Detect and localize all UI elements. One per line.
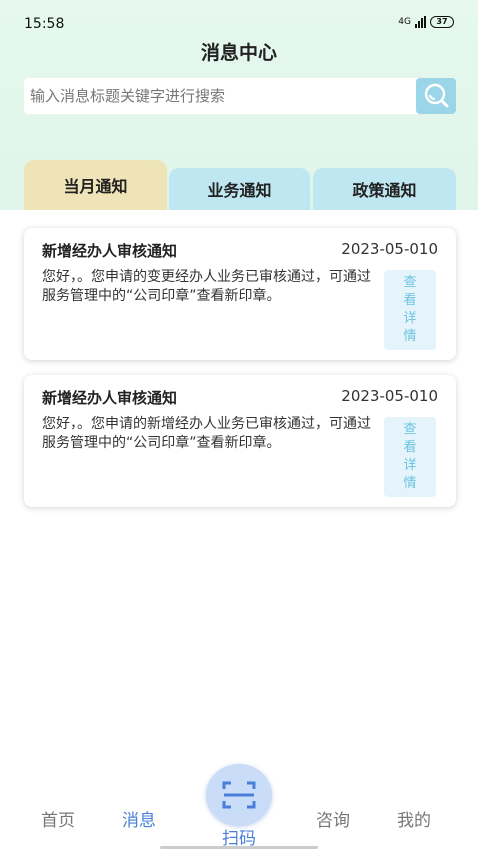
message-date: 2023-05-010: [341, 240, 438, 258]
nav-consult[interactable]: 咨询: [316, 806, 350, 831]
message-title: 新增经办人审核通知: [42, 242, 178, 260]
search-bar: [24, 78, 456, 114]
scan-button[interactable]: [206, 764, 272, 826]
status-icons: 4G 37: [398, 16, 454, 28]
detail-char: 查: [403, 422, 417, 437]
search-icon: [424, 83, 449, 108]
search-input[interactable]: [24, 78, 416, 114]
page-title: 消息中心: [200, 42, 277, 64]
detail-char: 查: [403, 275, 417, 290]
tab-monthly-notice[interactable]: 当月通知: [24, 160, 167, 210]
nav-messages[interactable]: 消息: [122, 806, 156, 831]
home-indicator: [160, 846, 318, 849]
battery-icon: 37: [430, 16, 454, 28]
bottom-navigation: 首页 消息 扫码 咨询 我的: [0, 760, 478, 850]
scan-icon: [222, 781, 256, 809]
detail-char: 详: [403, 311, 417, 326]
network-label: 4G: [398, 17, 411, 27]
tab-business-notice[interactable]: 业务通知: [169, 168, 310, 210]
message-body: 您好，。您申请的新增经办人业务已审核通过，可通过服务管理中的“公司印章”查看新印…: [42, 416, 371, 451]
message-date: 2023-05-010: [341, 387, 438, 405]
detail-char: 看: [403, 440, 417, 455]
search-button[interactable]: [416, 78, 456, 114]
nav-home[interactable]: 首页: [41, 806, 75, 831]
view-detail-button[interactable]: 查 看 详 情: [384, 417, 436, 497]
detail-char: 看: [403, 293, 417, 308]
status-time: 15:58: [24, 16, 65, 32]
detail-char: 情: [403, 329, 417, 344]
tab-bar: 当月通知 业务通知 政策通知: [24, 158, 456, 210]
detail-char: 详: [403, 458, 417, 473]
message-card: 新增经办人审核通知 2023-05-010 您好，。您申请的新增经办人业务已审核…: [24, 375, 456, 507]
tab-policy-notice[interactable]: 政策通知: [313, 168, 456, 210]
view-detail-button[interactable]: 查 看 详 情: [384, 270, 436, 350]
message-title: 新增经办人审核通知: [42, 389, 178, 407]
signal-icon: [415, 16, 426, 28]
message-body: 您好，。您申请的变更经办人业务已审核通过，可通过服务管理中的“公司印章”查看新印…: [42, 269, 371, 304]
nav-mine[interactable]: 我的: [397, 806, 431, 831]
status-bar: 15:58 4G 37: [0, 0, 478, 40]
message-card: 新增经办人审核通知 2023-05-010 您好，。您申请的变更经办人业务已审核…: [24, 228, 456, 360]
detail-char: 情: [403, 476, 417, 491]
